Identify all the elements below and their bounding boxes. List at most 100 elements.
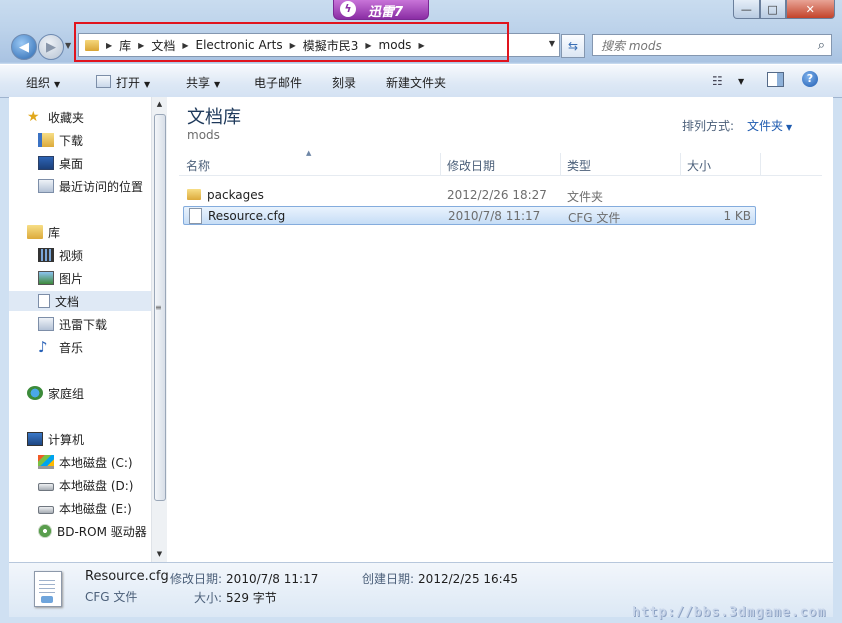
nav-xunlei-downloads[interactable]: 迅雷下载 — [38, 314, 107, 334]
download-folder-icon — [38, 133, 54, 147]
text-lines-icon — [39, 580, 55, 594]
minimize-button[interactable]: — — [733, 0, 760, 19]
nav-favorites[interactable]: ★ 收藏夹 — [27, 107, 84, 127]
nav-drive-e[interactable]: 本地磁盘 (E:) — [38, 498, 132, 518]
open-button[interactable]: 打开 ▼ — [96, 74, 150, 91]
nav-desktop-label: 桌面 — [59, 156, 84, 171]
share-label: 共享 — [186, 76, 211, 90]
file-row[interactable]: packages 2012/2/26 18:27 文件夹 — [183, 186, 756, 205]
burn-button[interactable]: 刻录 — [332, 74, 356, 91]
file-date-modified: 2010/7/8 11:17 — [448, 209, 541, 223]
open-icon — [96, 75, 111, 88]
recent-pages-dropdown-icon[interactable]: ▼ — [65, 41, 71, 50]
search-input[interactable] — [599, 36, 808, 56]
search-box: ⌕ — [592, 34, 832, 56]
column-divider[interactable] — [560, 153, 561, 175]
chevron-down-icon: ▼ — [144, 80, 151, 89]
nav-downloads-label: 下载 — [59, 133, 84, 148]
refresh-button[interactable]: ⇆ — [561, 34, 585, 58]
organize-button[interactable]: 组织 ▼ — [26, 74, 60, 91]
optical-drive-icon — [38, 524, 52, 538]
nav-computer[interactable]: 计算机 — [27, 429, 84, 449]
chevron-right-icon[interactable]: ▶ — [365, 41, 371, 50]
nav-recent-places[interactable]: 最近访问的位置 — [38, 176, 143, 196]
nav-videos[interactable]: 视频 — [38, 245, 83, 265]
nav-pictures[interactable]: 图片 — [38, 268, 83, 288]
share-button[interactable]: 共享 ▼ — [186, 74, 220, 91]
details-created: 创建日期: 2012/2/25 16:45 — [362, 570, 518, 587]
nav-music-label: 音乐 — [59, 340, 84, 355]
details-modified-value: 2010/7/8 11:17 — [226, 572, 319, 586]
scroll-down-icon[interactable]: ▼ — [152, 547, 167, 562]
breadcrumb-library[interactable]: 库 — [119, 37, 131, 54]
file-icon — [189, 208, 202, 224]
chevron-right-icon[interactable]: ▶ — [182, 41, 188, 50]
arrange-by-label: 排列方式: — [682, 119, 735, 133]
chevron-right-icon[interactable]: ▶ — [138, 41, 144, 50]
computer-icon — [27, 432, 43, 446]
search-icon[interactable]: ⌕ — [818, 38, 825, 53]
chevron-down-icon[interactable]: ▼ — [738, 77, 744, 86]
details-filename: Resource.cfg — [85, 569, 169, 584]
close-button[interactable]: ✕ — [785, 0, 835, 19]
scroll-up-icon[interactable]: ▲ — [152, 97, 167, 112]
breadcrumb-sims3[interactable]: 模擬市民3 — [303, 37, 359, 54]
column-type[interactable]: 类型 — [567, 157, 591, 174]
details-created-label: 创建日期: — [362, 572, 415, 586]
grip-icon: ≡ — [155, 303, 162, 312]
nav-pictures-label: 图片 — [59, 271, 84, 286]
nav-videos-label: 视频 — [59, 248, 84, 263]
nav-drive-c-label: 本地磁盘 (C:) — [59, 455, 133, 470]
nav-homegroup[interactable]: 家庭组 — [27, 383, 84, 403]
chevron-right-icon[interactable]: ▶ — [106, 41, 112, 50]
breadcrumb-documents[interactable]: 文档 — [151, 37, 175, 54]
nav-music[interactable]: ♪ 音乐 — [38, 337, 83, 357]
column-divider[interactable] — [680, 153, 681, 175]
sort-ascending-icon: ▲ — [306, 149, 312, 157]
breadcrumb-mods[interactable]: mods — [379, 38, 412, 52]
help-icon[interactable]: ? — [802, 71, 818, 87]
column-divider[interactable] — [440, 153, 441, 175]
navigation-scrollbar[interactable]: ▲ ≡ ▼ — [151, 97, 167, 562]
arrange-by-dropdown[interactable]: 文件夹 ▼ — [747, 117, 792, 134]
email-button[interactable]: 电子邮件 — [254, 74, 302, 91]
column-date-modified[interactable]: 修改日期 — [447, 157, 495, 174]
view-options-icon[interactable]: ☷ — [712, 74, 723, 88]
nav-drive-d[interactable]: 本地磁盘 (D:) — [38, 475, 133, 495]
breadcrumb-electronic-arts[interactable]: Electronic Arts — [196, 38, 283, 52]
chevron-right-icon[interactable]: ▶ — [418, 41, 424, 50]
details-filetype: CFG 文件 — [85, 590, 138, 604]
column-name[interactable]: 名称 — [186, 157, 210, 174]
chevron-right-icon[interactable]: ▶ — [290, 41, 296, 50]
column-size[interactable]: 大小 — [687, 157, 711, 174]
arrange-by-value: 文件夹 — [747, 119, 784, 133]
recent-places-icon — [38, 179, 54, 193]
back-button[interactable]: ◀ — [11, 34, 37, 60]
nav-downloads[interactable]: 下载 — [38, 130, 83, 150]
nav-bd-rom-label: BD-ROM 驱动器 — [57, 524, 147, 539]
nav-documents[interactable]: 文档 — [9, 291, 151, 311]
file-name: Resource.cfg — [208, 209, 286, 223]
maximize-button[interactable]: □ — [759, 0, 786, 19]
nav-drive-c[interactable]: 本地磁盘 (C:) — [38, 452, 133, 472]
address-history-dropdown-icon[interactable]: ▼ — [549, 39, 555, 48]
forward-button[interactable]: ▶ — [38, 34, 64, 60]
hard-drive-icon — [38, 506, 54, 514]
refresh-icon: ⇆ — [567, 39, 579, 53]
column-divider[interactable] — [760, 153, 761, 175]
chevron-down-icon: ▼ — [214, 80, 221, 89]
nav-bd-rom[interactable]: BD-ROM 驱动器 — [38, 521, 147, 541]
nav-desktop[interactable]: 桌面 — [38, 153, 83, 173]
xunlei-badge[interactable]: ϟ 迅雷7 — [333, 0, 429, 20]
nav-xunlei-downloads-label: 迅雷下载 — [59, 317, 108, 332]
new-folder-button[interactable]: 新建文件夹 — [386, 74, 446, 91]
details-modified: 修改日期: 2010/7/8 11:17 — [170, 570, 318, 587]
details-size-value: 529 字节 — [226, 591, 277, 605]
file-row-selected[interactable]: Resource.cfg 2010/7/8 11:17 CFG 文件 1 KB — [183, 206, 756, 225]
file-type: CFG 文件 — [568, 211, 621, 225]
open-label: 打开 — [116, 76, 141, 90]
command-bar: 组织 ▼ 打开 ▼ 共享 ▼ 电子邮件 刻录 新建文件夹 ☷ ▼ ? — [0, 64, 842, 98]
address-bar[interactable]: ▶ 库 ▶ 文档 ▶ Electronic Arts ▶ 模擬市民3 ▶ mod… — [78, 33, 560, 57]
nav-libraries[interactable]: 库 — [27, 222, 60, 242]
preview-pane-icon[interactable] — [767, 72, 784, 87]
